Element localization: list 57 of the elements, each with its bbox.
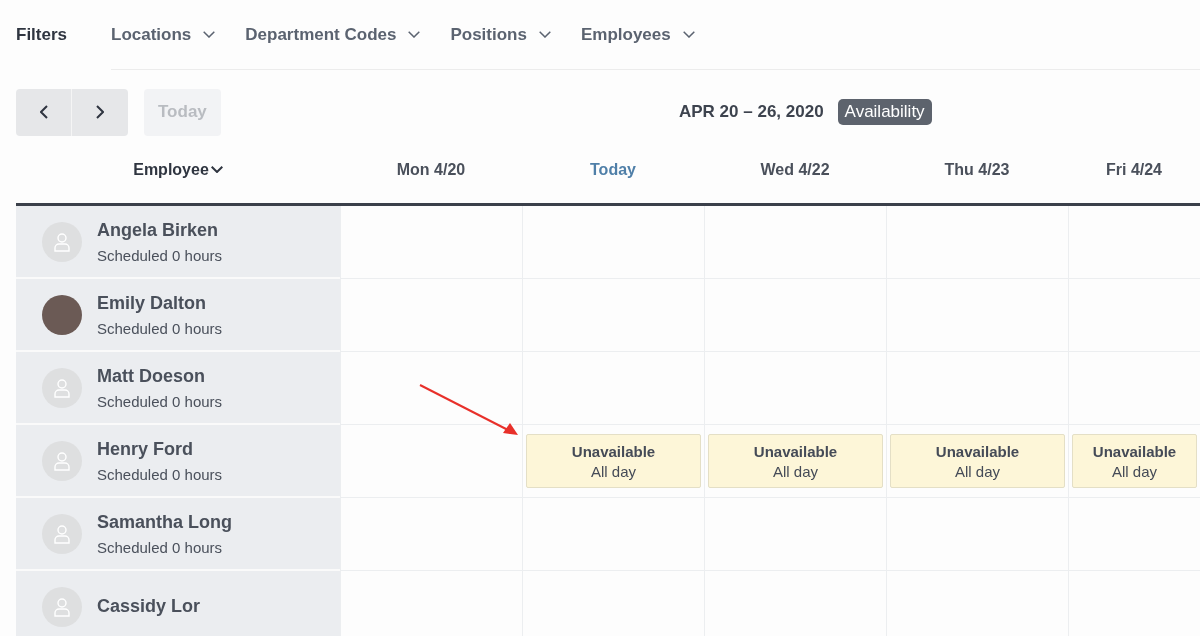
entry-title: Unavailable — [935, 442, 1020, 460]
entry-detail: All day — [955, 462, 1000, 480]
person-icon — [53, 377, 71, 398]
person-icon — [53, 450, 71, 471]
filter-dropdown[interactable]: Employees — [580, 24, 695, 45]
person-icon — [53, 596, 71, 617]
entry-title: Unavailable — [753, 442, 838, 460]
person-icon — [53, 231, 71, 252]
employee-cell[interactable]: Emily Dalton Scheduled 0 hours — [16, 279, 340, 352]
unavailable-block[interactable]: Unavailable All day — [890, 434, 1065, 488]
unavailable-block[interactable]: Unavailable All day — [1072, 434, 1197, 488]
employee-cell[interactable]: Henry Ford Scheduled 0 hours — [16, 425, 340, 498]
employee-name: Angela Birken — [97, 219, 220, 241]
employee-sort-header[interactable]: Employee — [133, 160, 223, 179]
entry-detail: All day — [1112, 462, 1157, 480]
scheduled-hours: Scheduled 0 hours — [97, 392, 223, 410]
filters-title: Filters — [16, 25, 69, 45]
unavailable-block[interactable]: Unavailable All day — [526, 434, 701, 488]
chevron-right-icon — [96, 105, 104, 119]
entry-title: Unavailable — [1092, 442, 1177, 460]
filter-dropdown[interactable]: Locations — [111, 24, 216, 45]
chevron-down-icon — [203, 31, 216, 38]
filter-dropdown[interactable]: Department Codes — [245, 24, 421, 45]
employee-name: Matt Doeson — [97, 365, 206, 387]
date-range: APR 20 – 26, 2020 — [679, 102, 824, 122]
entry-title: Unavailable — [571, 442, 656, 460]
day-header: Wed 4/22 — [760, 160, 830, 179]
photo-placeholder — [42, 294, 82, 335]
day-header: Today — [590, 160, 636, 179]
employee-cell[interactable]: Samantha Long Scheduled 0 hours — [16, 498, 340, 571]
view-badge: Availability — [837, 99, 932, 125]
next-button[interactable] — [72, 88, 128, 136]
day-header: Mon 4/20 — [396, 160, 466, 179]
employee-cell[interactable]: Angela Birken Scheduled 0 hours — [16, 206, 340, 279]
scheduled-hours: Scheduled 0 hours — [97, 319, 223, 337]
entry-detail: All day — [773, 462, 818, 480]
scheduled-hours: Scheduled 0 hours — [97, 465, 223, 483]
chevron-down-icon — [210, 166, 223, 173]
scheduled-hours: Scheduled 0 hours — [97, 538, 224, 556]
chevron-down-icon — [538, 31, 551, 38]
employee-cell[interactable]: Cassidy Lor — [16, 571, 340, 636]
employee-name: Cassidy Lor — [97, 596, 201, 617]
day-header: Fri 4/24 — [1106, 160, 1162, 179]
chevron-down-icon — [408, 31, 421, 38]
employee-name: Emily Dalton — [97, 292, 208, 314]
filter-dropdown[interactable]: Positions — [450, 24, 551, 45]
employee-cell[interactable]: Matt Doeson Scheduled 0 hours — [16, 352, 340, 425]
previous-button[interactable] — [16, 88, 72, 136]
day-header: Thu 4/23 — [944, 160, 1010, 179]
person-icon — [53, 523, 71, 544]
chevron-left-icon — [39, 105, 48, 119]
chevron-down-icon — [682, 31, 695, 38]
entry-detail: All day — [591, 462, 636, 480]
unavailable-block[interactable]: Unavailable All day — [708, 434, 883, 488]
scheduled-hours: Scheduled 0 hours — [97, 246, 223, 264]
employee-name: Henry Ford — [97, 438, 194, 460]
employee-name: Samantha Long — [97, 511, 232, 533]
